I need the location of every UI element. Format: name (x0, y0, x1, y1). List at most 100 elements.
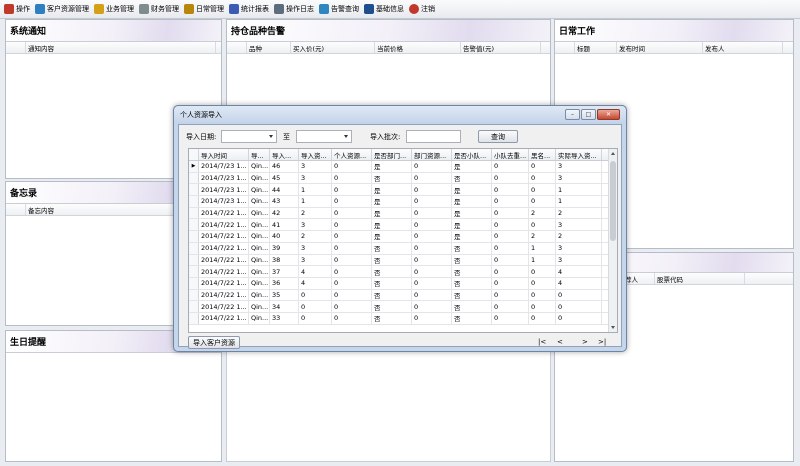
column-current-price[interactable]: 当前价格 (375, 42, 461, 53)
table-cell: 3 (299, 254, 332, 266)
start-date-combo[interactable] (221, 130, 277, 143)
page-next-button[interactable]: > (582, 338, 588, 346)
table-cell: 0 (332, 161, 372, 172)
table-cell: Qin... (251, 207, 270, 219)
grid-column-header[interactable]: 部门资源... (412, 149, 452, 160)
table-cell: 3 (299, 219, 332, 231)
chevron-down-icon (344, 135, 348, 138)
menu-item-6[interactable]: 操作日志 (272, 1, 317, 18)
table-cell: Qin... (251, 172, 270, 184)
table-row[interactable]: 2014/7/22 1... Qin... 39 3 0 否 0 否 0 1 3 (189, 242, 608, 255)
grid-column-header[interactable]: 导入时间 (199, 149, 249, 160)
menu-item-9[interactable]: 注销 (407, 1, 438, 18)
table-cell: Qin... (251, 242, 270, 254)
table-row[interactable]: 2014/7/22 1... Qin... 37 4 0 否 0 否 0 0 4 (189, 266, 608, 278)
grid-column-header[interactable]: 小队去重... (492, 149, 529, 160)
column-buy-price[interactable]: 买入价(元) (291, 42, 375, 53)
column-notice-content[interactable]: 通知内容 (26, 42, 216, 53)
menu-item-3[interactable]: 财务管理 (137, 1, 182, 18)
maximize-button[interactable]: □ (581, 109, 596, 120)
end-date-combo[interactable] (296, 130, 352, 143)
page-last-button[interactable]: >| (598, 338, 606, 346)
column-stock-code[interactable]: 股票代码 (655, 273, 745, 284)
table-cell: 2014/7/22 1... (199, 219, 249, 231)
menu-item-4[interactable]: 日常管理 (182, 1, 227, 18)
scroll-up-icon[interactable] (611, 152, 615, 155)
table-cell: 0 (412, 172, 452, 184)
logout-icon (409, 4, 419, 14)
table-cell: 是 (372, 219, 412, 231)
menu-item-7[interactable]: 告警查询 (317, 1, 362, 18)
grid-column-header[interactable]: 导入... (270, 149, 299, 160)
scroll-thumb[interactable] (610, 161, 616, 241)
table-row[interactable]: 2014/7/22 1... Qin... 38 3 0 否 0 否 0 1 3 (189, 254, 608, 267)
window-controls: – □ ✕ (565, 109, 620, 120)
import-customer-resource-button[interactable]: 导入客户资源 (188, 336, 240, 349)
table-cell: 2014/7/23 1... (199, 184, 249, 196)
menu-item-1[interactable]: 客户资源管理 (33, 1, 92, 18)
table-cell: 是 (372, 196, 412, 207)
table-cell: 否 (452, 277, 492, 289)
minimize-button[interactable]: – (565, 109, 580, 120)
table-cell: 34 (270, 301, 299, 312)
daily-icon (184, 4, 194, 14)
table-row[interactable]: 2014/7/22 1... Qin... 34 0 0 否 0 否 0 0 0 (189, 301, 608, 313)
table-row[interactable]: 2014/7/22 1... Qin... 42 2 0 是 0 是 0 2 2 (189, 207, 608, 220)
import-records-rows: ▶ 2014/7/23 1... Qin... 46 3 0 是 0 是 0 0 3 2014/7/23… (189, 161, 608, 325)
column-publish-time[interactable]: 发布时间 (617, 42, 703, 53)
table-cell: 2 (556, 207, 602, 219)
table-row[interactable]: 2014/7/23 1... Qin... 44 1 0 是 0 是 0 0 1 (189, 184, 608, 197)
column-title[interactable]: 标题 (575, 42, 617, 53)
table-cell: 45 (270, 172, 299, 184)
table-cell: 0 (492, 266, 529, 277)
menu-item-label: 业务管理 (106, 5, 134, 13)
scroll-down-icon[interactable] (611, 326, 615, 329)
table-row[interactable]: 2014/7/22 1... Qin... 36 4 0 否 0 否 0 0 4 (189, 277, 608, 290)
page-first-button[interactable]: |< (538, 338, 546, 346)
table-cell: Qin... (251, 231, 270, 242)
menu-item-8[interactable]: 基础信息 (362, 1, 407, 18)
menu-item-0[interactable]: 操作 (2, 1, 33, 18)
table-cell: Qin... (251, 161, 270, 172)
table-row[interactable]: 2014/7/22 1... Qin... 33 0 0 否 0 否 0 0 0 (189, 312, 608, 325)
table-cell: Qin... (251, 266, 270, 277)
row-indicator (189, 289, 199, 301)
table-cell: 3 (556, 172, 602, 184)
menu-item-2[interactable]: 业务管理 (92, 1, 137, 18)
table-cell: 4 (556, 266, 602, 277)
grid-column-header[interactable]: 黑名... (529, 149, 556, 160)
table-row[interactable]: 2014/7/22 1... Qin... 35 0 0 否 0 否 0 0 0 (189, 289, 608, 302)
table-cell: 0 (492, 254, 529, 266)
table-cell: 2 (299, 231, 332, 242)
table-cell: 0 (332, 219, 372, 231)
grid-column-header[interactable]: 导... (249, 149, 270, 160)
table-cell: 0 (332, 301, 372, 312)
table-row[interactable]: 2014/7/22 1... Qin... 41 3 0 是 0 是 0 0 3 (189, 219, 608, 232)
row-indicator (189, 301, 199, 312)
column-alarm-value[interactable]: 告警值(元) (461, 42, 541, 53)
grid-column-header[interactable]: 个人资源... (332, 149, 372, 160)
grid-column-header[interactable]: 是否部门... (372, 149, 412, 160)
grid-column-header[interactable]: 是否小队... (452, 149, 492, 160)
holdings-alarm-title: 持仓品种告警 (227, 20, 550, 42)
table-cell: 0 (492, 242, 529, 254)
chevron-down-icon (269, 135, 273, 138)
grid-column-header[interactable]: 实际导入资... (556, 149, 602, 160)
table-row[interactable]: ▶ 2014/7/23 1... Qin... 46 3 0 是 0 是 0 0 3 (189, 161, 608, 173)
page-prev-button[interactable]: < (557, 338, 563, 346)
menu-item-5[interactable]: 统计报表 (227, 1, 272, 18)
query-button[interactable]: 查询 (478, 130, 518, 143)
column-publisher[interactable]: 发布人 (703, 42, 783, 53)
close-button[interactable]: ✕ (597, 109, 620, 120)
column-variety[interactable]: 品种 (247, 42, 291, 53)
table-cell: 2014/7/22 1... (199, 277, 249, 289)
vertical-scrollbar[interactable] (608, 149, 617, 332)
table-cell: 0 (412, 266, 452, 277)
grid-column-header[interactable]: 导入资... (299, 149, 332, 160)
table-row[interactable]: 2014/7/23 1... Qin... 45 3 0 否 0 否 0 0 3 (189, 172, 608, 185)
import-batch-input[interactable] (406, 130, 461, 143)
table-cell: 0 (412, 312, 452, 324)
table-cell: 否 (372, 254, 412, 266)
table-row[interactable]: 2014/7/22 1... Qin... 40 2 0 是 0 是 0 2 2 (189, 231, 608, 243)
table-row[interactable]: 2014/7/23 1... Qin... 43 1 0 是 0 是 0 0 1 (189, 196, 608, 208)
